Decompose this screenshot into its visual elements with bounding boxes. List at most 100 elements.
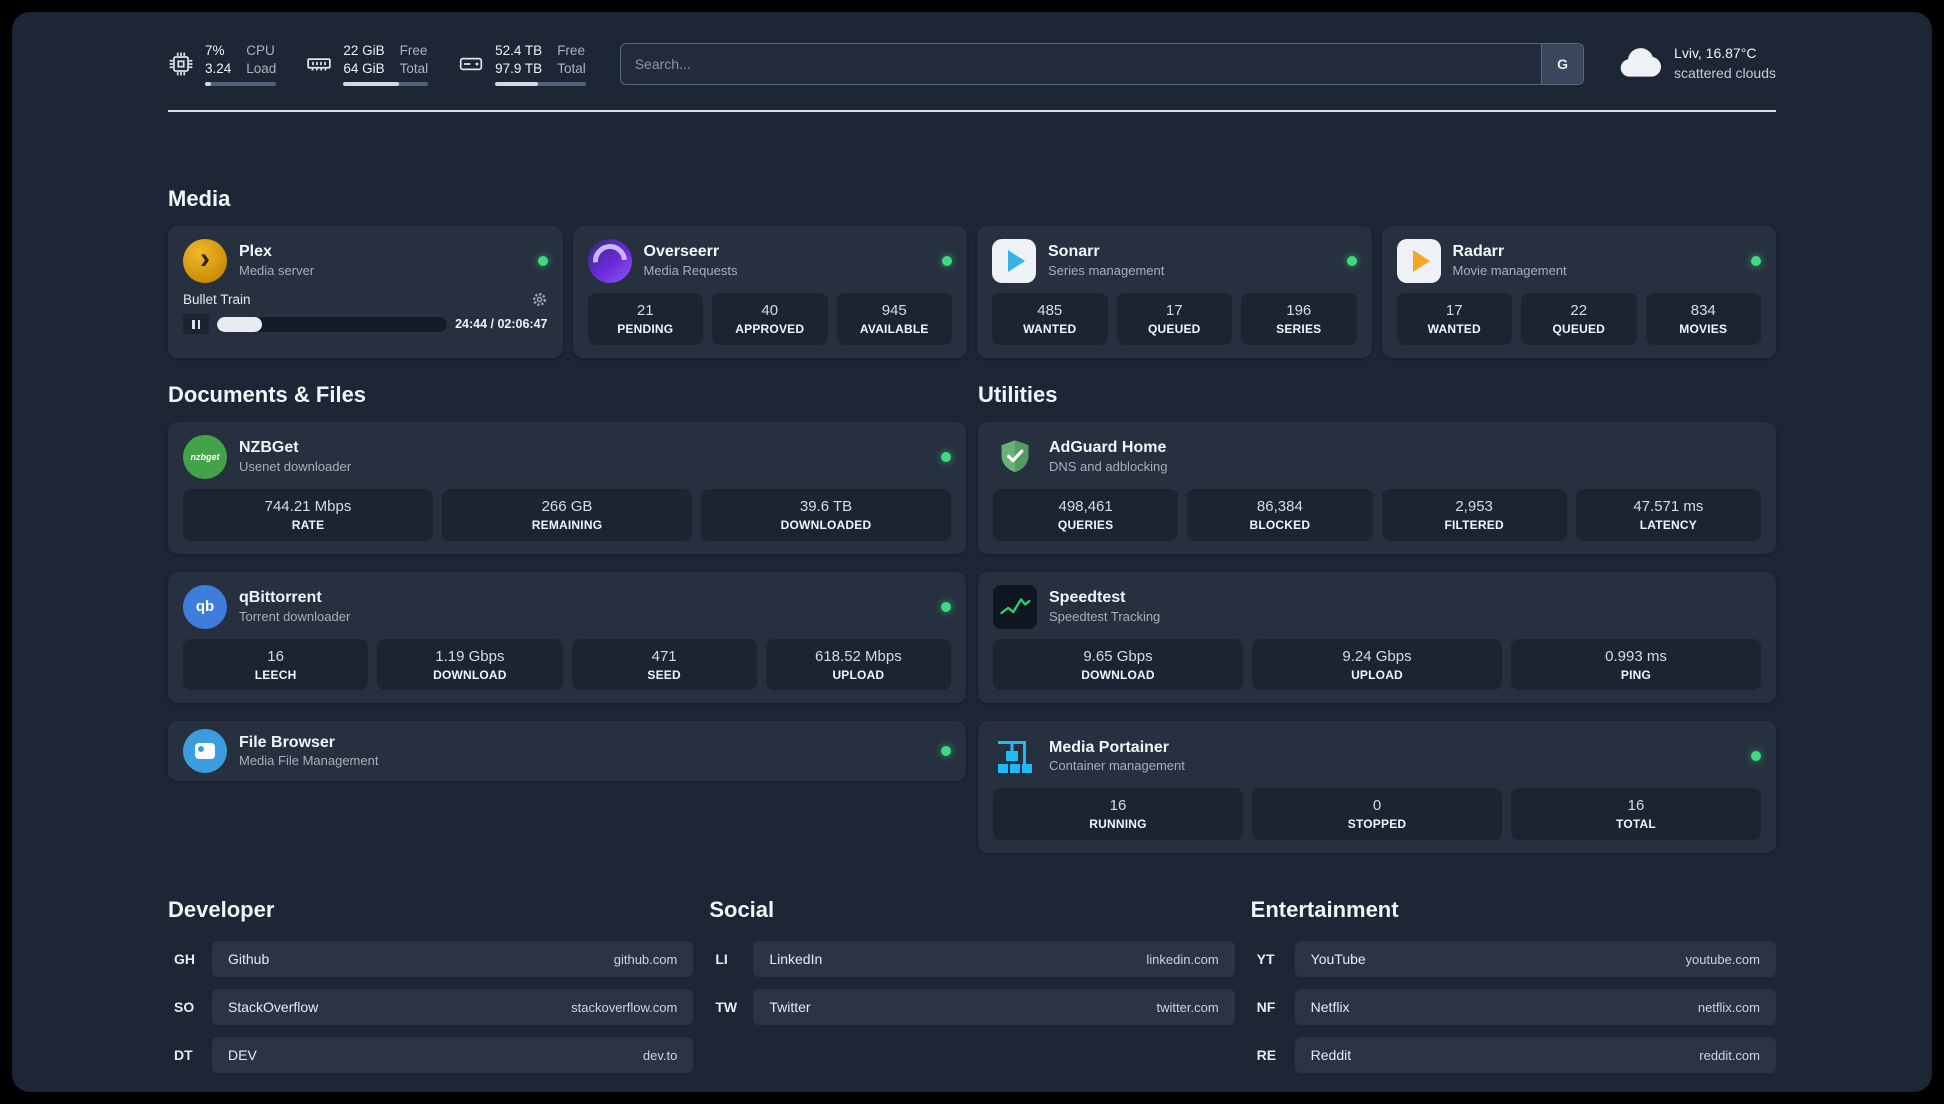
app-name: qBittorrent xyxy=(239,588,322,606)
seek-fill xyxy=(217,316,262,332)
stat-queued: 17 QUEUED xyxy=(1116,293,1232,345)
stat-value: 471 xyxy=(651,647,677,665)
search-bar: G xyxy=(619,43,1585,86)
screen: 7% 3.24 CPU Load 22 GiB 64 GiB Free Tota… xyxy=(0,0,1944,1104)
stat-series: 196 SERIES xyxy=(1241,293,1357,345)
bookmark-abbr: DT xyxy=(174,1047,193,1064)
nzbget-card[interactable]: nzbget NZBGet Usenet downloader 744.21 M… xyxy=(168,421,966,554)
status-dot xyxy=(942,256,952,267)
stat-value: 17 xyxy=(1165,302,1183,320)
cpu-load-label: Load xyxy=(246,60,277,76)
cpu-percent: 7% xyxy=(205,43,225,58)
weather-location: Lviv, 16.87°C xyxy=(1674,45,1757,62)
stat-value: 9.65 Gbps xyxy=(1083,647,1153,665)
stat-filtered: 2,953 FILTERED xyxy=(1381,488,1567,541)
bookmark-twitter[interactable]: TW Twitter twitter.com xyxy=(709,989,1235,1026)
disk-progress-track xyxy=(495,82,586,87)
stat-movies: 834 MOVIES xyxy=(1645,293,1761,345)
bookmarks-social: Social LI LinkedIn linkedin.com TW Twitt… xyxy=(709,897,1235,1073)
section-title-documents: Documents & Files xyxy=(168,381,367,407)
status-dot xyxy=(941,601,951,612)
ram-progress-fill xyxy=(343,82,400,87)
bookmark-github[interactable]: GH Github github.com xyxy=(168,941,694,978)
stat-blocked: 86,384 BLOCKED xyxy=(1187,488,1373,541)
bookmark-abbr: SO xyxy=(174,999,195,1016)
cpu-progress-fill xyxy=(205,82,211,87)
stat-value: 498,461 xyxy=(1058,497,1113,515)
radarr-card[interactable]: Radarr Movie management 17 WANTED 22 QUE… xyxy=(1381,226,1776,358)
stat-value: 1.19 Gbps xyxy=(435,647,505,665)
gear-icon[interactable] xyxy=(531,291,548,308)
app-name: File Browser xyxy=(239,733,336,751)
stat-download: 1.19 Gbps DOWNLOAD xyxy=(377,638,563,691)
status-dot xyxy=(1346,256,1357,267)
plex-card[interactable]: › Plex Media server Bullet Train 24:44 /… xyxy=(168,226,563,358)
ram-total-label: Total xyxy=(399,60,429,76)
cloud-icon xyxy=(1618,46,1662,83)
stat-label: SERIES xyxy=(1276,322,1322,337)
status-dot xyxy=(941,451,951,462)
disk-progress-fill xyxy=(495,82,538,87)
bookmark-abbr: LI xyxy=(715,951,728,968)
stat-label: AVAILABLE xyxy=(859,322,929,337)
bookmark-reddit[interactable]: RE Reddit reddit.com xyxy=(1251,1037,1776,1074)
stat-label: WANTED xyxy=(1023,322,1077,337)
app-name: Speedtest xyxy=(1049,588,1126,606)
speedtest-card[interactable]: Speedtest Speedtest Tracking 9.65 Gbps D… xyxy=(978,571,1776,704)
filebrowser-icon xyxy=(183,729,227,774)
portainer-card[interactable]: Media Portainer Container management 16 … xyxy=(978,721,1776,854)
stat-label: APPROVED xyxy=(735,322,805,337)
stat-value: 945 xyxy=(881,302,907,320)
bookmark-netflix[interactable]: NF Netflix netflix.com xyxy=(1251,989,1776,1026)
bookmark-url: dev.to xyxy=(642,1047,678,1063)
stat-value: 16 xyxy=(1627,797,1645,815)
search-engine-button[interactable]: G xyxy=(1541,44,1584,85)
bookmark-dev[interactable]: DT DEV dev.to xyxy=(168,1037,694,1074)
stat-value: 16 xyxy=(267,647,284,665)
stat-label: TOTAL xyxy=(1616,817,1656,832)
search-input[interactable] xyxy=(620,44,1542,85)
stat-value: 9.24 Gbps xyxy=(1342,647,1412,665)
qbittorrent-card[interactable]: qb qBittorrent Torrent downloader 16 LEE… xyxy=(168,571,966,704)
radarr-icon xyxy=(1396,239,1441,284)
stat-seed: 471 SEED xyxy=(571,638,757,691)
stat-value: 47.571 ms xyxy=(1633,497,1704,515)
bookmark-name: Reddit xyxy=(1310,1047,1352,1064)
app-name: NZBGet xyxy=(239,439,299,457)
bookmark-url: youtube.com xyxy=(1685,951,1760,967)
overseerr-card[interactable]: Overseerr Media Requests 21 PENDING 40 A… xyxy=(572,226,967,358)
stat-value: 618.52 Mbps xyxy=(815,647,902,665)
bookmark-linkedin[interactable]: LI LinkedIn linkedin.com xyxy=(709,941,1235,978)
pause-button[interactable] xyxy=(183,314,209,335)
app-name: Media Portainer xyxy=(1049,738,1170,756)
stat-label: FILTERED xyxy=(1444,517,1504,532)
bookmark-abbr: YT xyxy=(1256,951,1275,968)
ram-widget: 22 GiB 64 GiB Free Total xyxy=(306,42,429,87)
seek-bar[interactable] xyxy=(217,316,448,332)
plex-icon: › xyxy=(183,239,227,284)
bookmark-stackoverflow[interactable]: SO StackOverflow stackoverflow.com xyxy=(168,989,694,1026)
stat-label: RUNNING xyxy=(1089,817,1147,832)
filebrowser-card[interactable]: File Browser Media File Management xyxy=(168,721,966,782)
stat-pending: 21 PENDING xyxy=(587,293,703,345)
disk-total-label: Total xyxy=(557,60,586,76)
bookmark-abbr: GH xyxy=(174,951,195,968)
bookmark-youtube[interactable]: YT YouTube youtube.com xyxy=(1251,941,1776,978)
overseerr-icon xyxy=(587,239,632,284)
bookmarks-entertainment: Entertainment YT YouTube youtube.com NF … xyxy=(1251,897,1776,1074)
stat-label: QUERIES xyxy=(1057,517,1114,532)
disk-widget: 52.4 TB 97.9 TB Free Total xyxy=(458,42,586,87)
stat-value: 40 xyxy=(761,302,779,320)
stat-label: UPLOAD xyxy=(832,667,885,682)
ram-progress-track xyxy=(343,82,429,87)
bookmark-url: github.com xyxy=(613,951,678,967)
speedtest-icon xyxy=(993,584,1037,629)
stat-value: 2,953 xyxy=(1455,497,1493,515)
stat-value: 834 xyxy=(1690,302,1716,320)
nzbget-icon: nzbget xyxy=(183,434,227,479)
bookmark-name: DEV xyxy=(228,1047,257,1064)
sonarr-card[interactable]: Sonarr Series management 485 WANTED 17 Q… xyxy=(977,226,1372,358)
adguard-card[interactable]: AdGuard Home DNS and adblocking 498,461 … xyxy=(978,421,1776,554)
stat-total: 16 TOTAL xyxy=(1511,788,1761,841)
bookmarks-title-developer: Developer xyxy=(168,897,275,923)
